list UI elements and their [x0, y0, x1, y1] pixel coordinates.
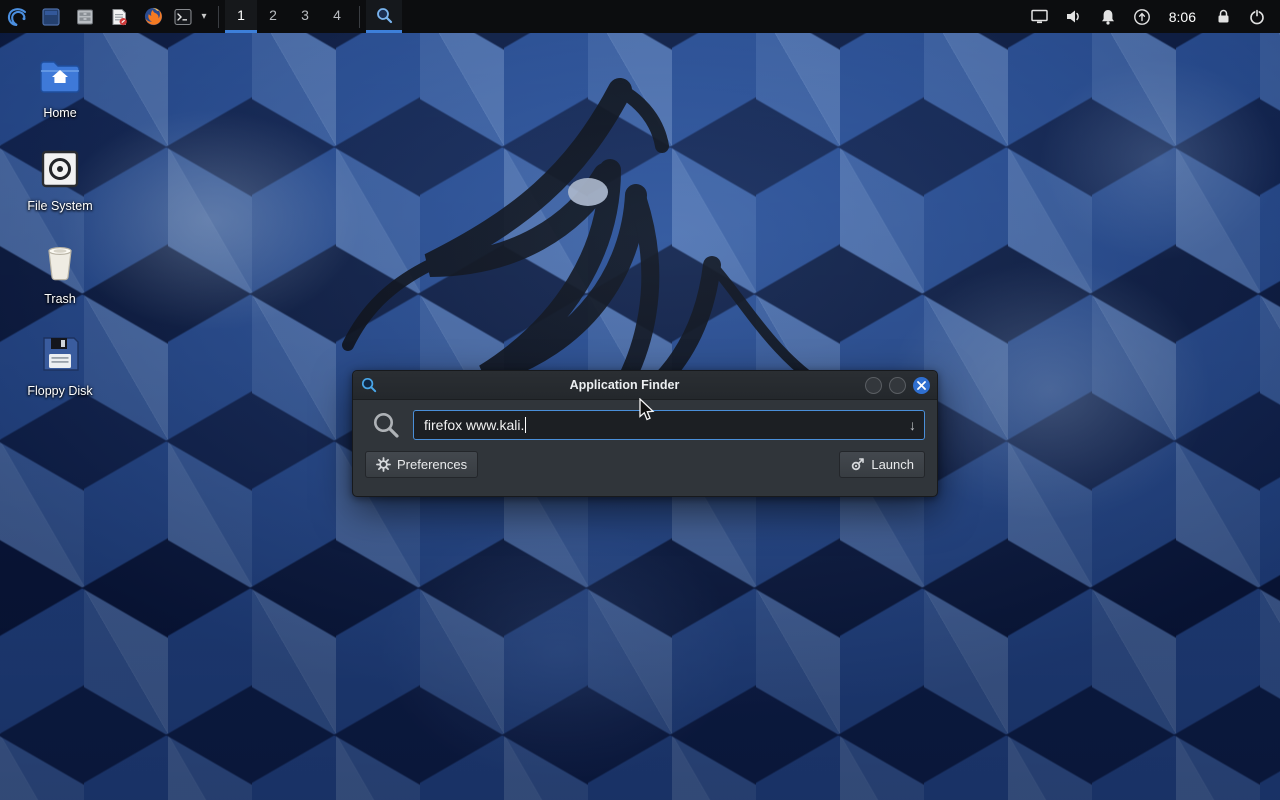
desktop-icon-floppy-disk[interactable]: Floppy Disk [14, 330, 106, 399]
minimize-button[interactable] [865, 377, 882, 394]
floppy-disk-icon [36, 330, 84, 378]
launch-button[interactable]: Launch [839, 451, 925, 478]
close-button[interactable] [913, 377, 930, 394]
logout-button[interactable] [1242, 0, 1272, 33]
dialog-body: firefox www.kali. ↓ Prefer [353, 400, 937, 488]
close-icon [917, 381, 926, 390]
clock[interactable]: 8:06 [1161, 9, 1204, 25]
launch-icon [850, 457, 865, 472]
desktop-icon-list: Home File System Trash [14, 52, 106, 399]
desktop-root: ▾ 1 2 3 4 [0, 0, 1280, 800]
kali-logo-icon [5, 5, 29, 29]
system-tray: 8:06 [1025, 0, 1280, 33]
text-caret [525, 417, 526, 433]
desktop-icon-home[interactable]: Home [14, 52, 106, 121]
workspace-3[interactable]: 3 [289, 0, 321, 33]
window-app-icon [360, 376, 378, 394]
desktop-icon-label: File System [27, 200, 92, 214]
volume-tray[interactable] [1059, 0, 1089, 33]
window-controls [865, 377, 930, 394]
speaker-icon [1064, 7, 1083, 26]
maximize-button[interactable] [889, 377, 906, 394]
taskbar-application-finder[interactable] [366, 0, 402, 33]
notifications-tray[interactable] [1093, 0, 1123, 33]
top-panel: ▾ 1 2 3 4 [0, 0, 1280, 33]
terminal-icon [173, 7, 193, 27]
window-title: Application Finder [384, 378, 865, 392]
file-system-drive-icon [36, 145, 84, 193]
updates-tray[interactable] [1127, 0, 1157, 33]
panel-separator [218, 6, 219, 28]
preferences-button[interactable]: Preferences [365, 451, 478, 478]
desktop-icon-label: Home [43, 107, 76, 121]
preferences-label: Preferences [397, 457, 467, 472]
history-dropdown-icon[interactable]: ↓ [909, 417, 916, 433]
launch-label: Launch [871, 457, 914, 472]
gear-icon [376, 457, 391, 472]
power-icon [1248, 8, 1266, 26]
file-manager-launcher[interactable] [68, 0, 102, 33]
text-editor-launcher[interactable] [102, 0, 136, 33]
trash-bin-icon [36, 238, 84, 286]
home-folder-icon [36, 52, 84, 100]
desktop-window-icon [41, 7, 61, 27]
search-input[interactable]: firefox www.kali. ↓ [413, 410, 925, 440]
search-icon [371, 410, 401, 440]
update-circle-icon [1133, 8, 1151, 26]
desktop-icon-trash[interactable]: Trash [14, 238, 106, 307]
workspace-2[interactable]: 2 [257, 0, 289, 33]
lock-screen-button[interactable] [1208, 0, 1238, 33]
bell-icon [1099, 8, 1117, 26]
desktop-icon-file-system[interactable]: File System [14, 145, 106, 214]
file-manager-icon [75, 7, 95, 27]
display-settings-tray[interactable] [1025, 0, 1055, 33]
workspace-1[interactable]: 1 [225, 0, 257, 33]
terminal-dropdown-caret[interactable]: ▾ [196, 0, 212, 33]
terminal-launcher[interactable] [170, 0, 196, 33]
firefox-icon [143, 6, 164, 27]
lock-icon [1215, 8, 1232, 25]
kali-menu-button[interactable] [0, 0, 34, 33]
window-titlebar[interactable]: Application Finder [353, 371, 937, 400]
application-finder-icon [375, 6, 394, 25]
desktop-icon-label: Trash [44, 293, 76, 307]
application-finder-window: Application Finder firefox www.kali. [352, 370, 938, 497]
text-editor-icon [109, 7, 129, 27]
panel-separator [359, 6, 360, 28]
desktop-icon-label: Floppy Disk [27, 385, 92, 399]
show-desktop-button[interactable] [34, 0, 68, 33]
firefox-launcher[interactable] [136, 0, 170, 33]
workspace-4[interactable]: 4 [321, 0, 353, 33]
display-icon [1030, 7, 1049, 26]
search-input-value: firefox www.kali. [424, 417, 524, 433]
